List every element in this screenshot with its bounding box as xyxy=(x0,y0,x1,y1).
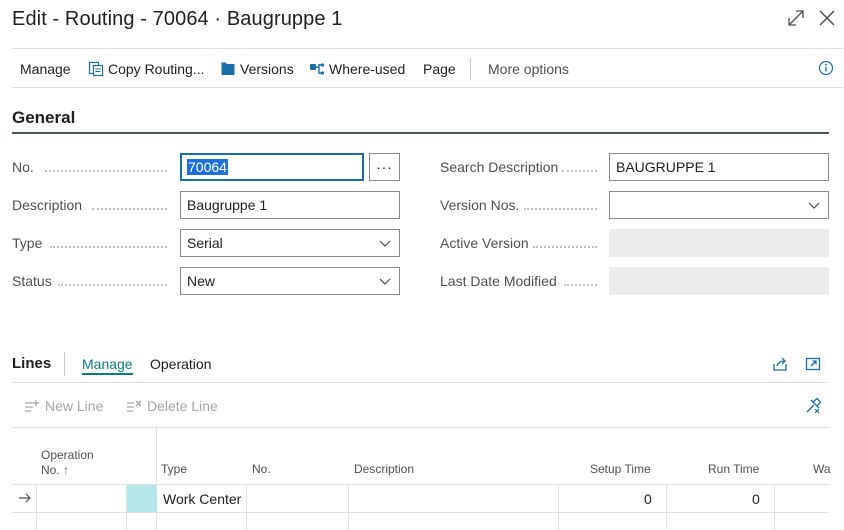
version-nos-select[interactable] xyxy=(609,191,829,219)
row-run-time-cell[interactable]: 0 xyxy=(752,491,760,507)
copy-routing-button[interactable]: Copy Routing... xyxy=(88,61,205,77)
no-label: No. xyxy=(12,159,34,175)
dot-leader xyxy=(564,274,597,286)
chevron-down-icon xyxy=(808,202,820,209)
row-arrow-icon[interactable] xyxy=(18,492,32,504)
lines-divider-rule xyxy=(12,382,829,383)
close-icon[interactable] xyxy=(816,7,838,29)
where-used-label: Where-used xyxy=(329,61,406,77)
grid-col-line xyxy=(36,485,37,530)
grid-row-border xyxy=(12,512,829,513)
row-type-cell[interactable]: Work Center xyxy=(163,491,241,507)
no-field-value: 70064 xyxy=(187,159,228,175)
lines-title: Lines xyxy=(12,355,52,372)
status-select-value: New xyxy=(187,273,216,289)
grid-top-border xyxy=(12,427,829,428)
page-label: Page xyxy=(423,61,456,77)
personalize-icon[interactable] xyxy=(804,397,822,415)
search-description-field[interactable]: BAUGRUPPE 1 xyxy=(609,153,829,181)
type-select[interactable]: Serial xyxy=(180,229,400,257)
type-select-value: Serial xyxy=(187,235,223,251)
action-bar: Manage Copy Routing... Versions Where-us… xyxy=(12,48,844,88)
active-version-field xyxy=(609,229,829,257)
general-section-divider xyxy=(12,132,829,134)
delete-line-icon xyxy=(126,398,142,414)
dot-leader xyxy=(92,198,167,210)
general-section-title: General xyxy=(12,108,76,127)
grid-col-line xyxy=(558,485,559,530)
grid-col-line xyxy=(348,485,349,530)
row-setup-time-cell[interactable]: 0 xyxy=(644,491,652,507)
description-field-value: Baugruppe 1 xyxy=(187,197,268,213)
search-description-label: Search Description xyxy=(440,159,559,175)
no-field[interactable]: 70064 xyxy=(180,153,364,181)
expand-part-icon[interactable] xyxy=(804,355,822,373)
new-line-label: New Line xyxy=(45,398,104,414)
version-nos-label: Version Nos. xyxy=(440,197,520,213)
dot-leader xyxy=(533,236,597,248)
more-options-label: More options xyxy=(488,61,569,77)
delete-line-button[interactable]: Delete Line xyxy=(126,398,218,414)
active-version-label: Active Version xyxy=(440,235,529,251)
status-label: Status xyxy=(12,273,52,289)
info-icon xyxy=(818,60,834,76)
more-options-button[interactable]: More options xyxy=(488,61,569,77)
versions-label: Versions xyxy=(240,61,294,77)
tab-manage[interactable]: Manage xyxy=(82,356,133,372)
hierarchy-icon xyxy=(309,61,325,77)
no-lookup-button[interactable]: ··· xyxy=(369,153,400,181)
col-header-run-time[interactable]: Run Time xyxy=(708,462,759,476)
new-line-icon xyxy=(24,398,40,414)
copy-routing-label: Copy Routing... xyxy=(108,61,205,77)
lines-divider xyxy=(64,352,65,376)
share-icon[interactable] xyxy=(771,355,789,373)
description-field[interactable]: Baugruppe 1 xyxy=(180,191,400,219)
dot-leader xyxy=(45,160,167,172)
versions-button[interactable]: Versions xyxy=(220,61,294,77)
folder-icon xyxy=(220,61,236,77)
copy-document-icon xyxy=(88,61,104,77)
col-header-wait[interactable]: Wa xyxy=(813,462,831,476)
page-title: Edit - Routing - 70064 · Baugruppe 1 xyxy=(12,8,343,30)
where-used-button[interactable]: Where-used xyxy=(309,61,405,77)
col-header-no[interactable]: No. xyxy=(252,462,271,476)
description-label: Description xyxy=(12,197,83,213)
col-header-operation-no-line2[interactable]: No. ↑ xyxy=(41,463,69,477)
expand-icon[interactable] xyxy=(785,7,807,29)
chevron-down-icon xyxy=(379,278,391,285)
tab-manage-underline xyxy=(82,373,133,375)
col-header-operation-no[interactable]: Operation xyxy=(41,448,94,462)
manage-label: Manage xyxy=(20,61,71,77)
type-label: Type xyxy=(12,235,43,251)
search-description-field-value: BAUGRUPPE 1 xyxy=(616,159,716,175)
dot-leader xyxy=(562,160,597,172)
grid-col-line xyxy=(666,485,667,530)
status-select[interactable]: New xyxy=(180,267,400,295)
grid-col-line xyxy=(774,485,775,530)
col-header-type[interactable]: Type xyxy=(161,462,187,476)
col-header-description[interactable]: Description xyxy=(354,462,414,476)
row-selector-cell[interactable] xyxy=(127,485,157,512)
page-button[interactable]: Page xyxy=(423,61,456,77)
dot-leader xyxy=(58,274,167,286)
new-line-button[interactable]: New Line xyxy=(24,398,103,414)
grid-frozen-divider xyxy=(156,428,157,530)
last-date-modified-label: Last Date Modified xyxy=(440,273,557,289)
grid-col-line xyxy=(246,485,247,530)
delete-line-label: Delete Line xyxy=(147,398,218,414)
dot-leader xyxy=(524,198,597,210)
col-header-setup-time[interactable]: Setup Time xyxy=(590,462,651,476)
chevron-down-icon xyxy=(379,240,391,247)
info-button[interactable] xyxy=(818,60,838,76)
last-date-modified-field xyxy=(609,267,829,295)
tab-operation[interactable]: Operation xyxy=(150,356,211,372)
dot-leader xyxy=(50,236,167,248)
actionbar-divider xyxy=(470,58,471,80)
manage-button[interactable]: Manage xyxy=(20,61,71,77)
